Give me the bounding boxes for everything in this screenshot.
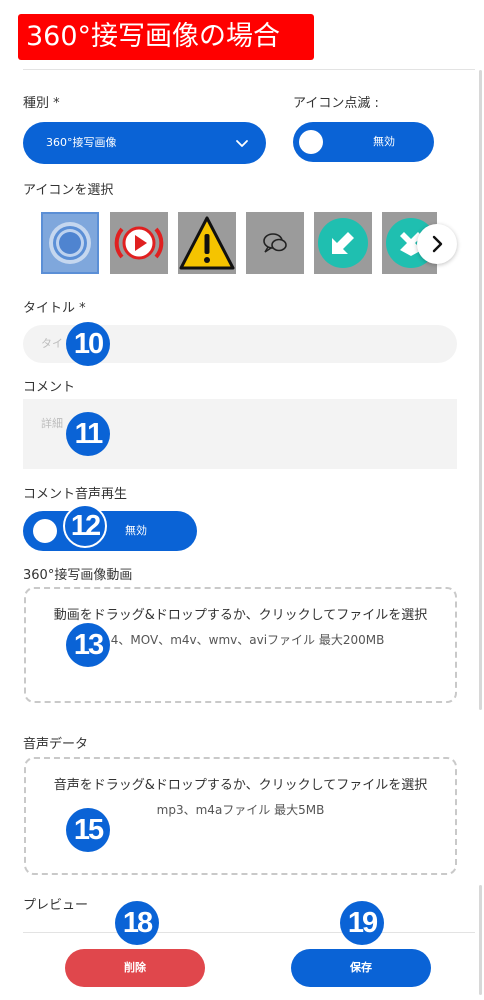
carousel-next-button[interactable] [417, 224, 457, 264]
comment-label: コメント [23, 380, 76, 395]
icon-option-speech-bubbles[interactable] [246, 212, 304, 274]
comment-audio-label: コメント音声再生 [23, 487, 128, 502]
comment-audio-toggle[interactable]: 無効 [23, 511, 197, 551]
preview-label: プレビュー [23, 898, 89, 913]
callout-badge: 11 [66, 412, 110, 456]
type-select[interactable]: 360°接写画像 [23, 122, 266, 164]
comment-audio-toggle-state: 無効 [125, 524, 147, 537]
callout-badge: 18 [115, 901, 159, 945]
title-label: タイトル * [23, 301, 86, 316]
icon-option-warning[interactable] [178, 212, 236, 274]
scrollbar-thumb-lower[interactable] [479, 885, 482, 995]
icon-select-label: アイコンを選択 [23, 183, 114, 198]
toggle-knob [33, 519, 57, 543]
save-button[interactable]: 保存 [291, 949, 431, 987]
callout-badge: 13 [66, 623, 110, 667]
callout-badge: 10 [66, 322, 110, 366]
blink-toggle-state: 無効 [373, 135, 395, 148]
chevron-down-icon [232, 122, 252, 164]
audio-label: 音声データ [23, 737, 89, 752]
type-select-value: 360°接写画像 [46, 136, 117, 149]
type-label: 種別 * [23, 96, 60, 111]
blink-toggle[interactable]: 無効 [293, 122, 434, 162]
callout-badge: 15 [66, 808, 110, 852]
icon-option-play-button[interactable] [110, 212, 168, 274]
play-button-icon [114, 226, 164, 260]
icon-carousel [41, 212, 437, 274]
delete-button[interactable]: 削除 [65, 949, 205, 987]
speech-bubbles-icon [263, 233, 287, 253]
toggle-knob [299, 130, 323, 154]
arrow-down-left-icon [318, 218, 368, 268]
audio-drop-text: 音声をドラッグ&ドロップするか、クリックしてファイルを選択 [53, 778, 428, 793]
chevron-right-icon [432, 235, 443, 253]
ring-target-icon [49, 222, 91, 264]
scrollbar-thumb[interactable] [479, 70, 482, 710]
callout-badge: 12 [63, 504, 107, 548]
warning-icon [179, 216, 235, 270]
video-label: 360°接写画像動画 [23, 568, 133, 583]
icon-option-arrow-down-left[interactable] [314, 212, 372, 274]
blink-label: アイコン点滅 : [293, 96, 379, 111]
callout-badge: 19 [340, 901, 384, 945]
footer-divider [23, 932, 475, 933]
page-title-banner: 360°接写画像の場合 [18, 14, 314, 60]
icon-option-ring-target[interactable] [41, 212, 99, 274]
header-divider [23, 69, 475, 70]
